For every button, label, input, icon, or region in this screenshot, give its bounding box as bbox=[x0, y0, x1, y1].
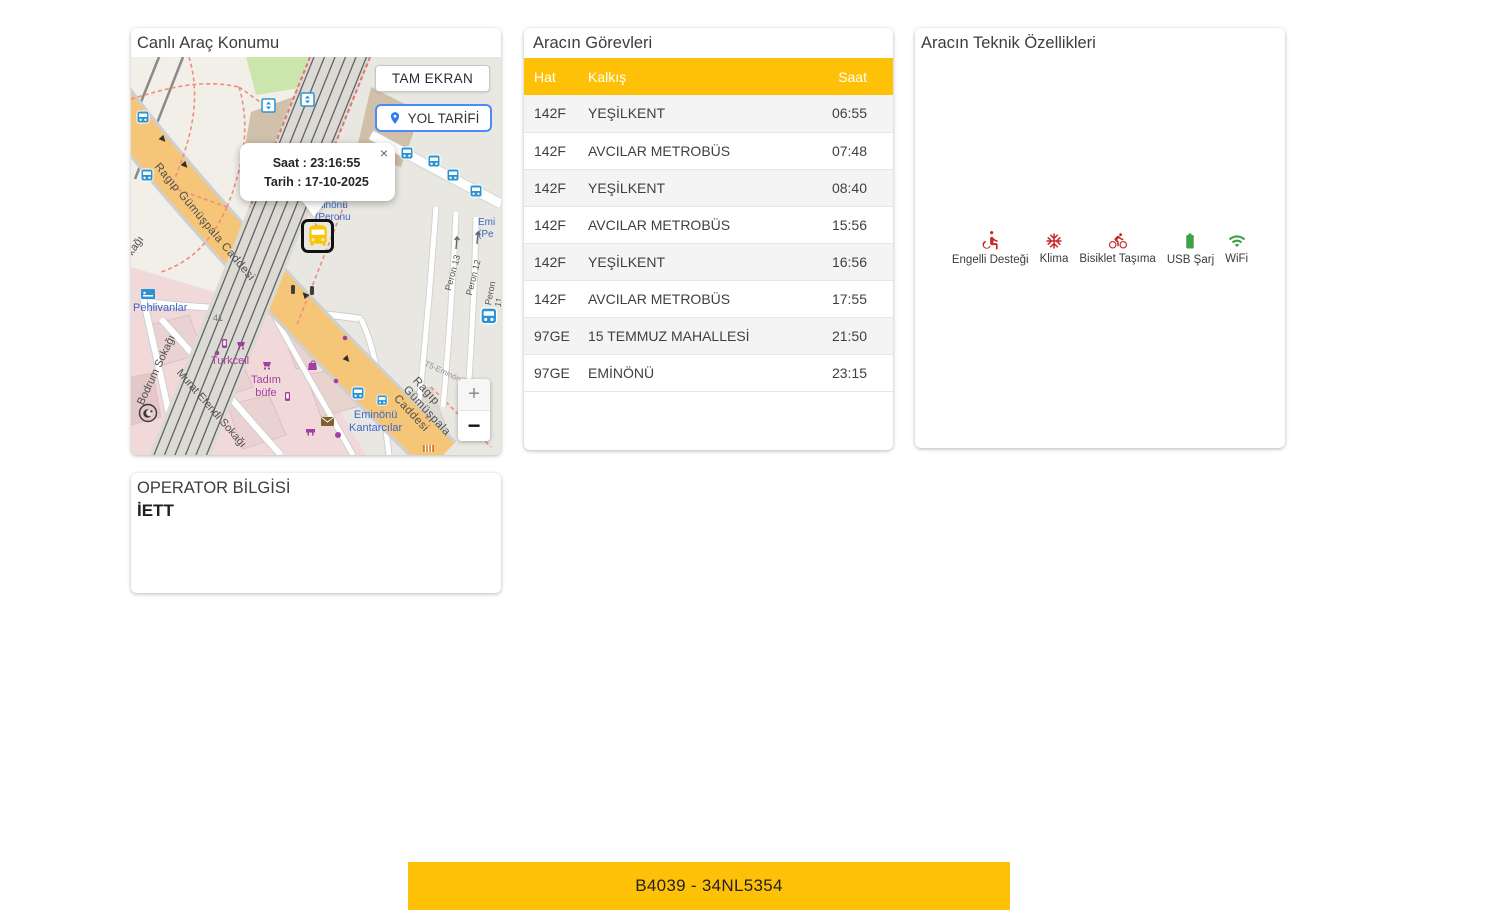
operator-name: İETT bbox=[131, 501, 501, 521]
task-row: 142FYEŞİLKENT16:56 bbox=[524, 243, 893, 280]
map[interactable]: Ragıp Gümüşpala Caddesi Ragıp Gümüşpala … bbox=[131, 57, 501, 455]
task-cell: 97GE bbox=[524, 354, 588, 391]
task-cell: 21:50 bbox=[801, 317, 893, 354]
task-cell: 08:40 bbox=[801, 169, 893, 206]
task-cell: 15:56 bbox=[801, 206, 893, 243]
bus-icon bbox=[305, 223, 331, 249]
task-cell: YEŞİLKENT bbox=[588, 243, 801, 280]
task-cell: 142F bbox=[524, 243, 588, 280]
feature-klima: Klima bbox=[1040, 232, 1069, 265]
tooltip-date: Tarih : 17-10-2025 bbox=[252, 173, 381, 192]
task-cell: 142F bbox=[524, 132, 588, 169]
task-cell: AVCILAR METROBÜS bbox=[588, 280, 801, 317]
task-cell: 142F bbox=[524, 280, 588, 317]
task-row: 97GE15 TEMMUZ MAHALLESİ21:50 bbox=[524, 317, 893, 354]
operator-card: OPERATOR BİLGİSİ İETT bbox=[131, 473, 501, 593]
task-row: 142FYEŞİLKENT06:55 bbox=[524, 95, 893, 132]
task-row: 142FAVCILAR METROBÜS15:56 bbox=[524, 206, 893, 243]
tooltip-time: Saat : 23:16:55 bbox=[252, 154, 381, 173]
tech-card: Aracın Teknik Özellikleri Engelli Desteğ… bbox=[915, 28, 1285, 448]
task-cell: EMİNÖNÜ bbox=[588, 354, 801, 391]
feature-bisiklet: Bisiklet Taşıma bbox=[1079, 232, 1155, 265]
tech-title: Aracın Teknik Özellikleri bbox=[915, 28, 1285, 58]
vehicle-marker[interactable] bbox=[301, 219, 334, 253]
mail-icon bbox=[321, 417, 334, 426]
task-cell: YEŞİLKENT bbox=[588, 95, 801, 132]
task-row: 97GEEMİNÖNÜ23:15 bbox=[524, 354, 893, 391]
task-row: 142FYEŞİLKENT08:40 bbox=[524, 169, 893, 206]
live-location-card: Canlı Araç Konumu bbox=[131, 28, 501, 455]
task-cell: 07:48 bbox=[801, 132, 893, 169]
vehicle-tooltip: Saat : 23:16:55 Tarih : 17-10-2025 × bbox=[240, 143, 395, 201]
live-location-title: Canlı Araç Konumu bbox=[131, 28, 501, 58]
task-row: 142FAVCILAR METROBÜS07:48 bbox=[524, 132, 893, 169]
map-zoom-control: + − bbox=[458, 379, 490, 441]
task-cell: 17:55 bbox=[801, 280, 893, 317]
feature-wheelchair: Engelli Desteği bbox=[952, 231, 1029, 266]
snowflake-icon bbox=[1045, 232, 1063, 250]
feature-label: Klima bbox=[1040, 253, 1069, 265]
feature-label: WiFi bbox=[1225, 253, 1248, 265]
zoom-in-button[interactable]: + bbox=[458, 379, 490, 410]
feature-usb: USB Şarj bbox=[1167, 231, 1214, 266]
directions-button[interactable]: YOL TARİFİ bbox=[375, 104, 492, 132]
shop-awning-icon bbox=[423, 445, 434, 452]
location-pin-icon bbox=[388, 111, 402, 125]
task-cell: 97GE bbox=[524, 317, 588, 354]
task-row: 142FAVCILAR METROBÜS17:55 bbox=[524, 280, 893, 317]
task-cell: 23:15 bbox=[801, 354, 893, 391]
vehicle-plate-label: B4039 - 34NL5354 bbox=[635, 876, 783, 896]
task-cell: AVCILAR METROBÜS bbox=[588, 132, 801, 169]
task-cell: YEŞİLKENT bbox=[588, 169, 801, 206]
vehicle-plate-bar: B4039 - 34NL5354 bbox=[408, 862, 1010, 910]
task-cell: 142F bbox=[524, 169, 588, 206]
zoom-out-button[interactable]: − bbox=[458, 410, 490, 441]
task-cell: 16:56 bbox=[801, 243, 893, 280]
hotel-icon bbox=[141, 289, 155, 299]
operator-title: OPERATOR BİLGİSİ bbox=[131, 473, 501, 500]
feature-label: USB Şarj bbox=[1167, 254, 1214, 266]
tasks-col-saat: Saat bbox=[801, 58, 893, 95]
fullscreen-button[interactable]: TAM EKRAN bbox=[375, 65, 490, 92]
task-cell: 142F bbox=[524, 95, 588, 132]
feature-list: Engelli Desteği Klima Bisiklet Taşıma US… bbox=[915, 58, 1285, 448]
wheelchair-icon bbox=[980, 231, 1000, 251]
close-icon[interactable]: × bbox=[380, 146, 388, 160]
tasks-header-row: Hat Kalkış Saat bbox=[524, 58, 893, 95]
task-cell: AVCILAR METROBÜS bbox=[588, 206, 801, 243]
tasks-card: Aracın Görevleri Hat Kalkış Saat 142FYEŞ… bbox=[524, 28, 893, 450]
task-cell: 15 TEMMUZ MAHALLESİ bbox=[588, 317, 801, 354]
task-cell: 06:55 bbox=[801, 95, 893, 132]
bicycle-icon bbox=[1107, 232, 1129, 250]
tasks-table: Hat Kalkış Saat 142FYEŞİLKENT06:55142FAV… bbox=[524, 58, 893, 392]
tasks-col-kalkis: Kalkış bbox=[588, 58, 801, 95]
tasks-title: Aracın Görevleri bbox=[524, 28, 893, 58]
feature-label: Bisiklet Taşıma bbox=[1079, 253, 1155, 265]
tasks-col-hat: Hat bbox=[524, 58, 588, 95]
feature-label: Engelli Desteği bbox=[952, 254, 1029, 266]
directions-button-label: YOL TARİFİ bbox=[408, 111, 480, 126]
task-cell: 142F bbox=[524, 206, 588, 243]
wifi-icon bbox=[1227, 232, 1247, 250]
battery-icon bbox=[1181, 231, 1199, 251]
feature-wifi: WiFi bbox=[1225, 232, 1248, 265]
